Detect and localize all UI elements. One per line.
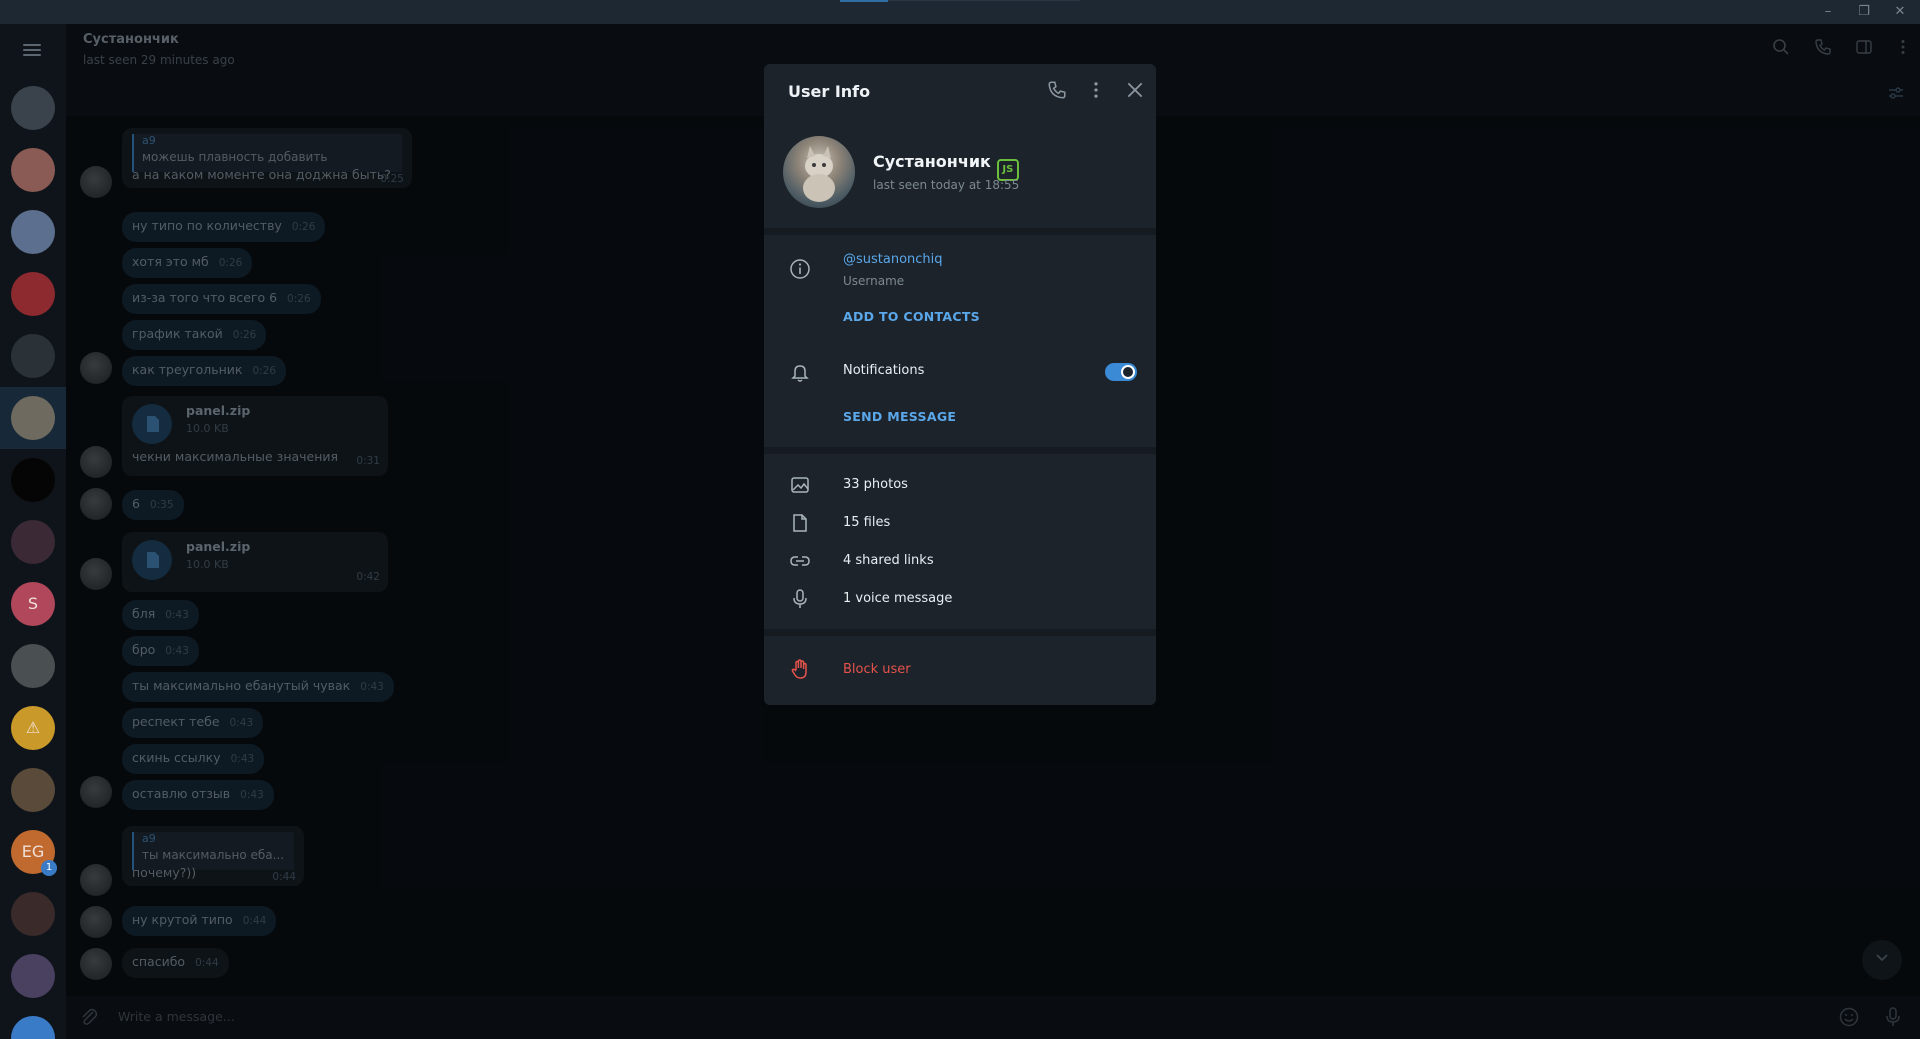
menu-icon-line xyxy=(23,54,41,56)
chat-avatar[interactable] xyxy=(11,954,55,998)
photo-icon xyxy=(789,474,811,496)
user-info-dialog: User Info Сустанончик JS last seen today … xyxy=(764,64,1156,705)
profile-name: Сустанончик JS xyxy=(873,152,1019,181)
hand-stop-icon xyxy=(789,658,811,680)
more-options-icon[interactable] xyxy=(1086,80,1110,104)
send-message-button[interactable]: SEND MESSAGE xyxy=(843,409,956,424)
profile-status: last seen today at 18:55 xyxy=(873,178,1020,192)
media-row-label: 1 voice message xyxy=(843,591,953,606)
chat-avatar[interactable]: ⚠ xyxy=(11,706,55,750)
info-icon xyxy=(789,258,811,280)
notifications-label: Notifications xyxy=(843,363,925,378)
chat-avatar[interactable]: S xyxy=(11,582,55,626)
chat-avatar[interactable] xyxy=(11,86,55,130)
link-icon xyxy=(789,550,811,572)
main-menu-button[interactable] xyxy=(20,40,46,60)
chat-avatar[interactable] xyxy=(11,644,55,688)
menu-icon-line xyxy=(23,49,41,51)
call-icon[interactable] xyxy=(1047,80,1071,104)
chat-avatar[interactable] xyxy=(11,210,55,254)
profile-name-text: Сустанончик xyxy=(873,152,991,171)
username-label: Username xyxy=(843,274,905,288)
chat-avatar[interactable] xyxy=(11,458,55,502)
section-divider xyxy=(764,447,1156,454)
chat-avatar[interactable] xyxy=(11,334,55,378)
add-to-contacts-button[interactable]: ADD TO CONTACTS xyxy=(843,309,980,324)
loading-progress xyxy=(840,0,888,2)
chat-avatar[interactable] xyxy=(11,520,55,564)
chat-avatar[interactable] xyxy=(11,892,55,936)
close-icon[interactable] xyxy=(1125,80,1149,104)
chat-avatar[interactable] xyxy=(11,768,55,812)
profile-avatar[interactable] xyxy=(783,136,855,208)
avatar-initials: S xyxy=(27,594,39,613)
dialog-title: User Info xyxy=(788,82,871,101)
section-divider xyxy=(764,629,1156,636)
username-link[interactable]: @sustanonchiq xyxy=(843,252,943,267)
maximize-button[interactable]: ❐ xyxy=(1852,2,1876,22)
close-window-button[interactable]: ✕ xyxy=(1888,2,1912,22)
bell-icon xyxy=(789,361,811,383)
chat-avatar[interactable] xyxy=(11,148,55,192)
toggle-knob xyxy=(1121,365,1135,379)
telegram-window: – ❐ ✕ S ⚠ EG 1 Сустанончик last seen 29 min… xyxy=(0,0,1920,1039)
title-bar: – ❐ ✕ xyxy=(0,0,1920,24)
unread-badge: 1 xyxy=(41,860,57,876)
chat-avatar[interactable] xyxy=(11,272,55,316)
section-divider xyxy=(764,228,1156,235)
microphone-icon xyxy=(789,588,811,610)
file-icon xyxy=(789,512,811,534)
menu-icon xyxy=(23,44,41,46)
media-row-label: 33 photos xyxy=(843,477,908,492)
chat-list-sidebar: S ⚠ EG 1 xyxy=(0,24,66,1039)
minimize-button[interactable]: – xyxy=(1816,2,1840,22)
media-row-label: 15 files xyxy=(843,515,891,530)
notifications-toggle[interactable] xyxy=(1105,363,1137,381)
loading-track xyxy=(888,0,1080,1)
chat-avatar[interactable]: EG 1 xyxy=(11,830,57,876)
chat-avatar[interactable] xyxy=(11,1016,55,1039)
block-user-label: Block user xyxy=(843,662,911,677)
media-row-label: 4 shared links xyxy=(843,553,934,568)
avatar-initials: ⚠ xyxy=(25,718,41,737)
chat-avatar[interactable] xyxy=(11,396,55,440)
